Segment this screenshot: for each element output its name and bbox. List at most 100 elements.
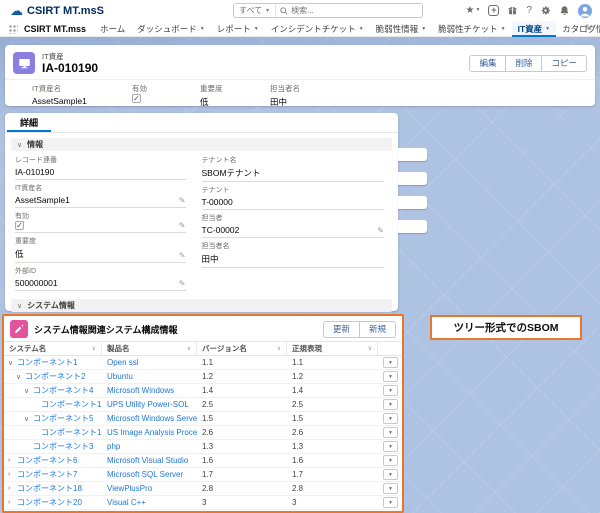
collapsed-chevron-icon[interactable]: › bbox=[8, 499, 17, 506]
expanded-chevron-icon[interactable]: ∨ bbox=[16, 373, 25, 381]
notifications-bell-icon[interactable] bbox=[559, 5, 570, 16]
edit-pencil-icon[interactable]: ✎ bbox=[179, 221, 186, 230]
tab-脆弱性情報[interactable]: 脆弱性情報▼ bbox=[370, 21, 432, 37]
product-link[interactable]: US Image Analysis Processor bbox=[107, 428, 197, 437]
whats-new-icon[interactable] bbox=[507, 5, 518, 16]
row-actions-button[interactable]: ▼ bbox=[383, 357, 398, 368]
product-link[interactable]: Visual C++ bbox=[107, 498, 146, 507]
favorites-star-icon[interactable]: ★▼ bbox=[466, 6, 481, 16]
tab-カタログ情報[interactable]: カタログ情報▼ bbox=[556, 21, 600, 37]
system-name-cell: コンポーネント3 bbox=[4, 441, 102, 452]
edit-button[interactable]: 編集 bbox=[469, 55, 506, 72]
app-launcher-waffle-icon[interactable] bbox=[6, 24, 24, 34]
field-value-link[interactable]: IA-010190 bbox=[15, 167, 186, 177]
component-link[interactable]: コンポーネント5 bbox=[33, 413, 93, 424]
row-actions-button[interactable]: ▼ bbox=[383, 483, 398, 494]
expanded-chevron-icon[interactable]: ∨ bbox=[24, 415, 33, 423]
field-label: 重要度 bbox=[15, 236, 186, 246]
user-avatar[interactable] bbox=[578, 4, 592, 18]
search-scope-dropdown[interactable]: すべて ▼ bbox=[234, 4, 276, 17]
product-link[interactable]: php bbox=[107, 442, 120, 451]
field-value-link[interactable]: 田中 bbox=[270, 96, 300, 108]
row-actions-button[interactable]: ▼ bbox=[383, 371, 398, 382]
product-link[interactable]: Open ssl bbox=[107, 358, 139, 367]
row-actions-button[interactable]: ▼ bbox=[383, 385, 398, 396]
collapsed-chevron-icon[interactable]: › bbox=[8, 471, 17, 478]
product-link[interactable]: Microsoft SQL Server bbox=[107, 470, 183, 479]
edit-pencil-icon[interactable]: ✎ bbox=[179, 279, 186, 288]
product-cell: Microsoft Visual Studio bbox=[102, 456, 197, 465]
tab-脆弱性チケット[interactable]: 脆弱性チケット▼ bbox=[432, 21, 511, 37]
edit-pencil-icon[interactable]: ✎ bbox=[179, 196, 186, 205]
related-list-action-buttons: 更新新規 bbox=[323, 321, 396, 338]
delete-button[interactable]: 削除 bbox=[506, 55, 542, 72]
row-actions-cell: ▼ bbox=[378, 413, 402, 424]
edit-pencil-icon[interactable]: ✎ bbox=[377, 226, 384, 235]
product-link[interactable]: Microsoft Windows bbox=[107, 386, 174, 395]
component-link[interactable]: コンポーネント20 bbox=[17, 497, 82, 508]
tree-row: ›コンポーネント20Visual C++33▼ bbox=[4, 496, 402, 510]
tab-ダッシュボード[interactable]: ダッシュボード▼ bbox=[131, 21, 210, 37]
row-actions-button[interactable]: ▼ bbox=[383, 455, 398, 466]
component-link[interactable]: コンポーネント3 bbox=[33, 441, 93, 452]
refresh-button[interactable]: 更新 bbox=[323, 321, 360, 338]
detail-field: レコード連番IA-010190 bbox=[15, 155, 186, 180]
column-header-1[interactable]: システム名∨ bbox=[4, 342, 102, 355]
row-actions-cell: ▼ bbox=[378, 441, 402, 452]
related-list-title: システム情報関連システム構成情報 bbox=[34, 323, 177, 336]
copy-button[interactable]: コピー bbox=[542, 55, 587, 72]
edit-pencil-icon[interactable]: ✎ bbox=[179, 251, 186, 260]
product-link[interactable]: UPS Utility Power-SOL bbox=[107, 400, 189, 409]
component-link[interactable]: コンポーネント6 bbox=[17, 455, 77, 466]
chevron-down-icon: ▼ bbox=[421, 26, 426, 32]
component-link[interactable]: コンポーネント18 bbox=[17, 483, 82, 494]
component-link[interactable]: コンポーネント2 bbox=[25, 371, 85, 382]
help-icon[interactable]: ? bbox=[526, 6, 532, 16]
product-cell: Microsoft Windows Server bbox=[102, 414, 197, 423]
row-actions-cell: ▼ bbox=[378, 483, 402, 494]
row-actions-button[interactable]: ▼ bbox=[383, 399, 398, 410]
field-value-link[interactable]: TC-00002 bbox=[202, 225, 385, 235]
setup-gear-icon[interactable] bbox=[540, 5, 551, 16]
system-name-cell: ›コンポーネント7 bbox=[4, 469, 102, 480]
row-actions-button[interactable]: ▼ bbox=[383, 469, 398, 480]
column-label: 製品名 bbox=[107, 343, 130, 354]
row-actions-button[interactable]: ▼ bbox=[383, 441, 398, 452]
tab-ホーム[interactable]: ホーム bbox=[94, 21, 131, 37]
column-header-4[interactable]: 正規表現∨ bbox=[287, 342, 378, 355]
section-system-info[interactable]: ∨ システム情報 bbox=[11, 299, 392, 312]
search-input[interactable] bbox=[288, 6, 422, 15]
new-button[interactable]: 新規 bbox=[360, 321, 396, 338]
row-actions-button[interactable]: ▼ bbox=[383, 497, 398, 508]
product-link[interactable]: Microsoft Windows Server bbox=[107, 414, 197, 423]
detail-fields-right-column: テナント名SBOMテナントテナントT-00000担当者TC-00002✎担当者名… bbox=[202, 155, 389, 294]
highlight-field: IT資産名AssetSample1 bbox=[32, 83, 132, 108]
product-cell: Ubuntu bbox=[102, 372, 197, 381]
tab-details[interactable]: 詳細 bbox=[7, 113, 51, 132]
edit-nav-pencil-icon[interactable]: ✎ bbox=[584, 23, 592, 34]
section-info[interactable]: ∨ 情報 bbox=[11, 138, 392, 151]
component-link[interactable]: コンポーネント4 bbox=[33, 385, 93, 396]
component-link[interactable]: コンポーネント16 bbox=[41, 427, 102, 438]
component-link[interactable]: コンポーネント7 bbox=[17, 469, 77, 480]
component-link[interactable]: コンポーネント1 bbox=[17, 357, 77, 368]
field-value-link[interactable]: T-00000 bbox=[202, 197, 385, 207]
global-search[interactable]: すべて ▼ bbox=[233, 3, 423, 18]
tab-インシデントチケット[interactable]: インシデントチケット▼ bbox=[265, 21, 370, 37]
row-actions-button[interactable]: ▼ bbox=[383, 413, 398, 424]
row-actions-button[interactable]: ▼ bbox=[383, 427, 398, 438]
product-link[interactable]: Ubuntu bbox=[107, 372, 133, 381]
field-label: 重要度 bbox=[200, 83, 264, 94]
tab-レポート[interactable]: レポート▼ bbox=[211, 21, 265, 37]
product-link[interactable]: Microsoft Visual Studio bbox=[107, 456, 188, 465]
product-link[interactable]: ViewPlusPro bbox=[107, 484, 152, 493]
tab-IT資産[interactable]: IT資産▼ bbox=[512, 21, 557, 37]
collapsed-chevron-icon[interactable]: › bbox=[8, 485, 17, 492]
add-icon[interactable]: + bbox=[488, 5, 499, 16]
column-header-3[interactable]: バージョン名∨ bbox=[197, 342, 287, 355]
component-link[interactable]: コンポーネント15 bbox=[41, 399, 102, 410]
collapsed-chevron-icon[interactable]: › bbox=[8, 457, 17, 464]
column-header-2[interactable]: 製品名∨ bbox=[102, 342, 197, 355]
expanded-chevron-icon[interactable]: ∨ bbox=[24, 387, 33, 395]
expanded-chevron-icon[interactable]: ∨ bbox=[8, 359, 17, 367]
